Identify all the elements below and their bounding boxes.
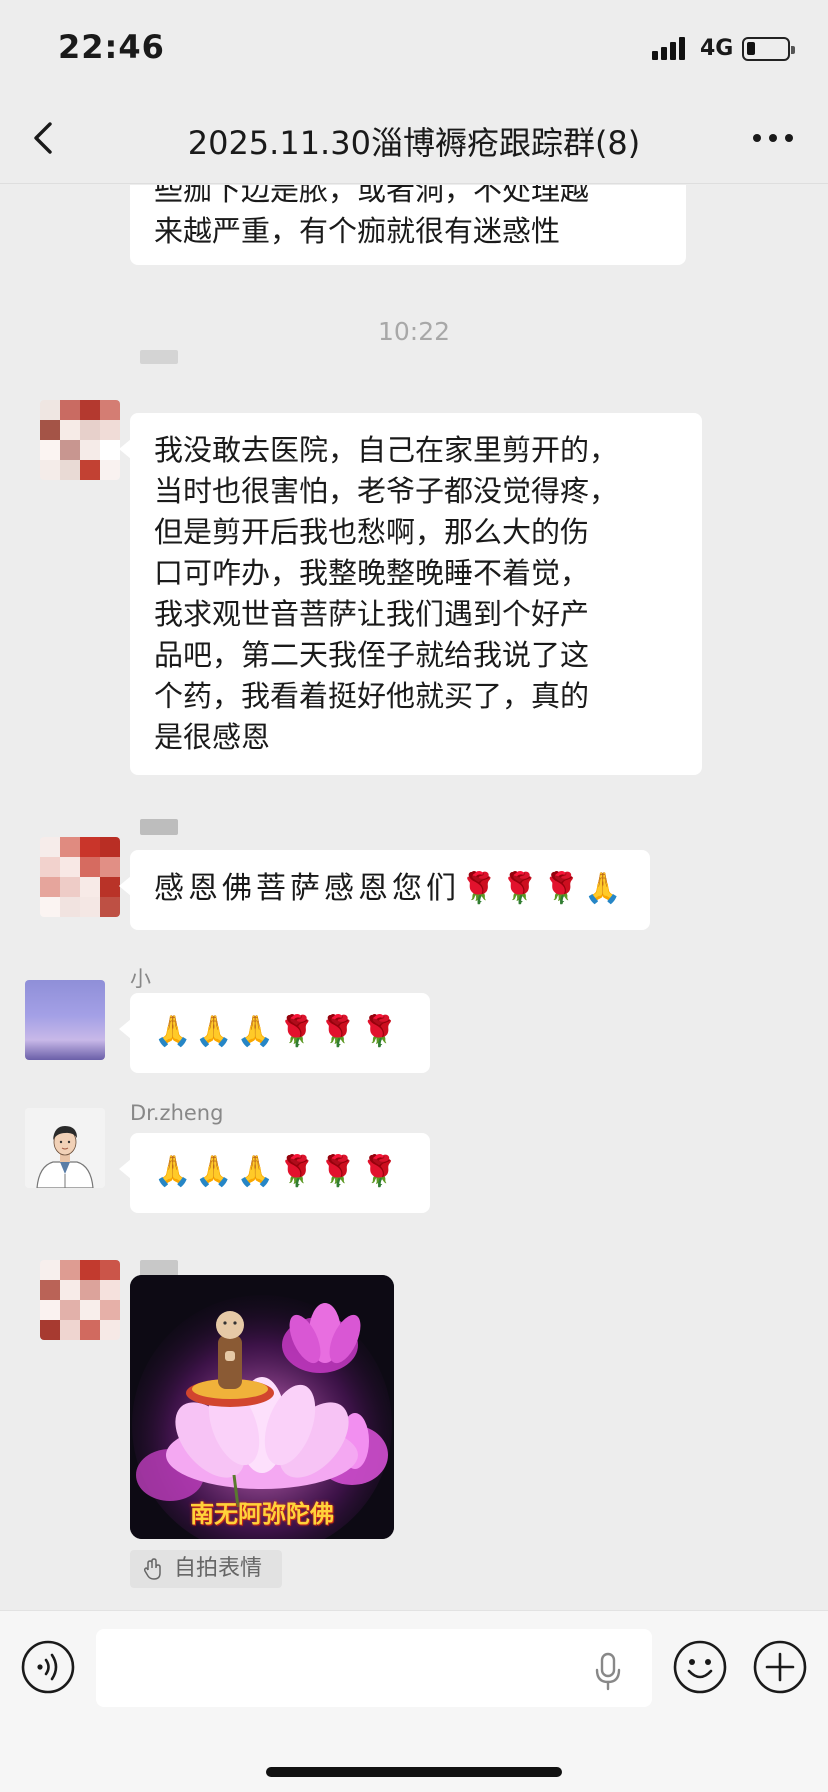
message-list[interactable]: 些痂下边是脓，或者洞，不处理越 来越严重，有个痂就很有迷惑性 10:22 我没敢… — [0, 185, 828, 1610]
chat-header: 2025.11.30淄博褥疮跟踪群(8) — [0, 92, 828, 184]
message-line: 是很感恩 — [154, 720, 271, 754]
message-input[interactable] — [96, 1629, 652, 1707]
message-line: 个药，我看着挺好他就买了，真的 — [154, 679, 590, 713]
message-line: 品吧，第二天我侄子就给我说了这 — [154, 638, 590, 672]
avatar[interactable] — [25, 1108, 105, 1188]
message-text: 感恩佛菩萨感恩您们🌹🌹🌹🙏 — [154, 871, 626, 906]
sender-name — [140, 819, 178, 835]
hand-wave-icon — [143, 1558, 161, 1580]
sender-name: Dr.zheng — [130, 1101, 224, 1125]
status-bar: 22:46 4G — [0, 0, 828, 92]
signal-bars-icon — [652, 36, 692, 60]
sender-name: 小 — [130, 967, 151, 991]
avatar[interactable] — [40, 1260, 120, 1340]
message-text: 🙏🙏🙏🌹🌹🌹 — [154, 1014, 403, 1049]
chat-title: 2025.11.30淄博褥疮跟踪群(8) — [187, 124, 641, 162]
sender-name — [140, 1260, 178, 1276]
network-label: 4G — [700, 36, 734, 61]
message-bubble[interactable]: 些痂下边是脓，或者洞，不处理越 来越严重，有个痂就很有迷惑性 — [130, 185, 686, 265]
home-indicator[interactable] — [266, 1767, 562, 1777]
selfie-sticker-chip[interactable]: 自拍表情 — [130, 1550, 282, 1588]
message-bubble[interactable]: 🙏🙏🙏🌹🌹🌹 — [119, 1133, 430, 1213]
sticker-image[interactable]: 南无阿弥陀佛 — [130, 1275, 394, 1539]
microphone-button[interactable] — [592, 1651, 624, 1691]
message-line: 当时也很害怕，老爷子都没觉得疼， — [154, 474, 619, 508]
smiley-icon — [673, 1640, 727, 1694]
avatar[interactable] — [40, 400, 120, 480]
more-dots-icon — [753, 134, 793, 142]
time-separator: 10:22 — [377, 317, 451, 346]
avatar[interactable] — [25, 980, 105, 1060]
message-line: 口可咋办，我整晚整晚睡不着觉， — [154, 556, 590, 590]
battery-icon — [742, 37, 795, 61]
emoji-button[interactable] — [672, 1639, 728, 1695]
message-text: 🙏🙏🙏🌹🌹🌹 — [154, 1154, 403, 1189]
avatar[interactable] — [40, 837, 120, 917]
message-line: 些痂下边是脓，或者洞，不处理越 — [154, 185, 590, 207]
doctor-avatar-icon — [25, 1108, 105, 1188]
input-bar — [0, 1610, 828, 1792]
selfie-chip-label: 自拍表情 — [174, 1556, 263, 1581]
message-bubble[interactable]: 我没敢去医院，自己在家里剪开的， 当时也很害怕，老爷子都没觉得疼， 但是剪开后我… — [119, 413, 702, 775]
more-button[interactable] — [748, 118, 798, 158]
voice-mode-icon — [21, 1640, 75, 1694]
voice-button[interactable] — [20, 1639, 76, 1695]
message-bubble[interactable]: 感恩佛菩萨感恩您们🌹🌹🌹🙏 — [119, 850, 650, 930]
sender-name — [140, 350, 178, 364]
more-actions-button[interactable] — [752, 1639, 808, 1695]
message-line: 但是剪开后我也愁啊，那么大的伤 — [154, 515, 590, 549]
message-line: 我求观世音菩萨让我们遇到个好产 — [154, 597, 590, 631]
sticker-caption: 南无阿弥陀佛 — [190, 1500, 334, 1528]
message-line: 来越严重，有个痂就很有迷惑性 — [154, 214, 561, 248]
microphone-icon — [595, 1652, 621, 1691]
back-button[interactable] — [26, 116, 66, 160]
message-line: 我没敢去医院，自己在家里剪开的， — [154, 433, 619, 467]
plus-circle-icon — [753, 1640, 807, 1694]
status-time: 22:46 — [58, 28, 165, 66]
chevron-left-icon — [34, 122, 52, 154]
message-bubble[interactable]: 🙏🙏🙏🌹🌹🌹 — [119, 993, 430, 1073]
